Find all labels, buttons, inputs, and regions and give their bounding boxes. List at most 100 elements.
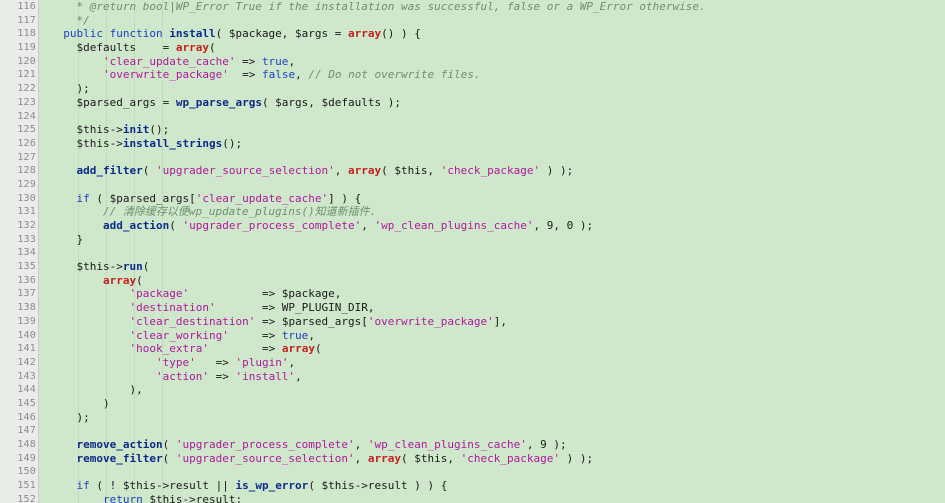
line-number: 143 (17, 370, 36, 382)
code-array-keyword: array (348, 27, 382, 41)
code-variable: $defaults = (76, 41, 176, 55)
code-text: , (354, 451, 368, 465)
code-line[interactable]: 151 if ( ! $this->result || is_wp_error(… (0, 479, 945, 493)
code-line[interactable]: 137 'package' => $package, (0, 287, 945, 301)
code-variable: $parsed_args = (76, 95, 176, 109)
code-line[interactable]: 128 add_filter( 'upgrader_source_selecti… (0, 164, 945, 178)
line-number: 139 (17, 315, 36, 327)
code-keyword: if (76, 191, 90, 205)
code-line[interactable]: 133 } (0, 233, 945, 247)
code-line[interactable]: 139 'clear_destination' => $parsed_args[… (0, 315, 945, 329)
code-line[interactable]: 149 remove_filter( 'upgrader_source_sele… (0, 452, 945, 466)
code-line[interactable]: 127 (0, 151, 945, 165)
code-text: () ) { (381, 27, 421, 41)
code-line[interactable]: 148 remove_action( 'upgrader_process_com… (0, 438, 945, 452)
code-text: ( (136, 273, 143, 287)
code-boolean: false (261, 68, 296, 82)
code-text: } (76, 232, 84, 246)
code-text: ( $this, (381, 164, 441, 178)
code-line[interactable]: 119 $defaults = array( (0, 41, 945, 55)
line-number: 144 (17, 384, 36, 396)
code-line[interactable]: 129 (0, 178, 945, 192)
code-string: 'hook_extra' (129, 342, 209, 356)
line-source: $defaults = array( (50, 41, 216, 55)
code-line[interactable]: 138 'destination' => WP_PLUGIN_DIR, (0, 301, 945, 315)
code-line[interactable]: 116 * @return bool|WP_Error True if the … (0, 0, 945, 14)
code-line[interactable]: 144 ), (0, 383, 945, 397)
code-string: 'clear_update_cache' (102, 54, 236, 68)
code-line[interactable]: 123 $parsed_args = wp_parse_args( $args,… (0, 96, 945, 110)
code-editor[interactable]: 116 * @return bool|WP_Error True if the … (0, 0, 945, 503)
line-number: 148 (17, 439, 36, 450)
line-source: 'clear_update_cache' => true, (50, 55, 295, 69)
code-string: 'wp_clean_plugins_cache' (367, 438, 527, 451)
code-text: => (235, 54, 262, 68)
line-number: 116 (17, 1, 36, 12)
code-line[interactable]: 120 'clear_update_cache' => true, (0, 55, 945, 69)
code-array-keyword: array (281, 342, 315, 356)
code-text: => $parsed_args[ (255, 314, 368, 328)
code-text: => (228, 328, 282, 342)
code-text: (); (149, 123, 170, 137)
line-number: 118 (17, 28, 36, 40)
code-line[interactable]: 145 ) (0, 397, 945, 411)
line-source: $parsed_args = wp_parse_args( $args, $de… (50, 95, 402, 110)
code-line[interactable]: 131 // 清除缓存以便wp_update_plugins()知道新插件. (0, 205, 945, 219)
line-number: 146 (17, 411, 36, 423)
code-line[interactable]: 117 */ (0, 14, 945, 28)
code-line[interactable]: 141 'hook_extra' => array( (0, 342, 945, 356)
line-number: 125 (17, 124, 36, 136)
code-line[interactable]: 142 'type' => 'plugin', (0, 356, 945, 370)
code-text: ( $parsed_args[ (89, 191, 196, 205)
code-text: , (308, 328, 315, 342)
code-text: ) ); (540, 164, 574, 178)
code-line[interactable]: 122 ); (0, 82, 945, 96)
line-source: 'action' => 'install', (50, 370, 302, 384)
code-text: => WP_PLUGIN_DIR, (215, 301, 375, 315)
code-line[interactable]: 121 'overwrite_package' => false, // Do … (0, 68, 945, 82)
code-text: ) ); (559, 451, 594, 465)
code-line[interactable]: 136 array( (0, 274, 945, 288)
code-line[interactable]: 150 (0, 465, 945, 479)
line-number: 134 (17, 247, 36, 259)
code-line[interactable]: 125 $this->init(); (0, 123, 945, 137)
code-line[interactable]: 146 ); (0, 411, 945, 425)
code-line[interactable]: 132 add_action( 'upgrader_process_comple… (0, 219, 945, 233)
code-line[interactable]: 143 'action' => 'install', (0, 370, 945, 384)
code-line[interactable]: 147 (0, 424, 945, 438)
code-line[interactable]: 140 'clear_working' => true, (0, 329, 945, 343)
line-number: 128 (17, 165, 36, 177)
code-line[interactable]: 118 public function install( $package, $… (0, 27, 945, 41)
code-text: ( ! $this->result || (89, 479, 236, 493)
code-line[interactable]: 152 return $this->result; (0, 493, 945, 503)
code-line[interactable]: 134 (0, 246, 945, 260)
code-string: 'install' (235, 369, 296, 383)
line-number: 129 (17, 178, 36, 190)
code-string: 'clear_update_cache' (195, 191, 329, 205)
code-line[interactable]: 124 (0, 110, 945, 124)
line-source: } (50, 232, 84, 247)
code-area[interactable]: 116 * @return bool|WP_Error True if the … (0, 0, 945, 503)
code-function-name: run (122, 260, 143, 274)
code-text: ( $args, $defaults ); (261, 95, 402, 109)
line-number: 123 (17, 96, 36, 108)
code-line[interactable]: 126 $this->install_strings(); (0, 137, 945, 151)
line-source: ), (50, 383, 142, 397)
code-line[interactable]: 130 if ( $parsed_args['clear_update_cach… (0, 192, 945, 206)
code-line[interactable]: 135 $this->run( (0, 260, 945, 274)
code-string: 'overwrite_package' (367, 314, 494, 328)
